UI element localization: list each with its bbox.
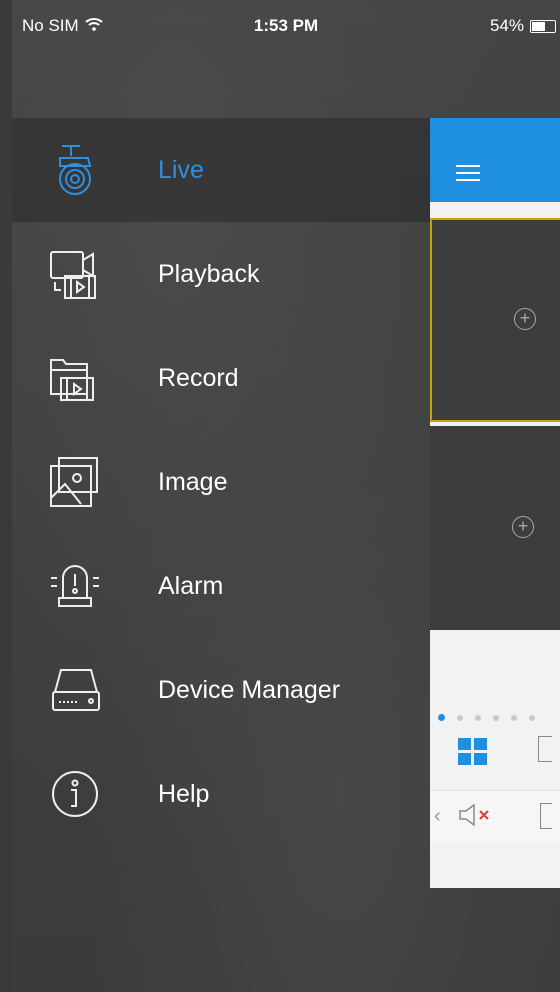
mute-icon[interactable] — [458, 803, 498, 832]
page-dot[interactable] — [457, 714, 463, 721]
battery-area: 54% — [490, 16, 556, 36]
playback-icon — [46, 245, 104, 303]
menu-label-device-manager: Device Manager — [158, 675, 341, 704]
status-bar: No SIM 1:53 PM 54% — [12, 0, 560, 44]
side-menu: Live Playback Record Image Alarm Device … — [12, 118, 432, 846]
page-dot[interactable] — [475, 714, 481, 721]
menu-item-help[interactable]: Help — [12, 742, 432, 846]
menu-label-live: Live — [158, 155, 204, 184]
split-screen-icon[interactable] — [458, 738, 488, 766]
status-time: 1:53 PM — [253, 16, 319, 35]
page-dot[interactable] — [511, 714, 517, 721]
page-dot[interactable] — [438, 714, 445, 721]
menu-label-alarm: Alarm — [158, 571, 224, 600]
page-dot[interactable] — [529, 714, 535, 721]
menu-label-image: Image — [158, 467, 228, 496]
page-indicator — [438, 714, 535, 721]
battery-icon — [530, 19, 556, 33]
snapshot-icon[interactable] — [540, 803, 552, 829]
menu-icon[interactable] — [456, 165, 480, 183]
device-manager-icon — [46, 661, 104, 719]
add-camera-icon[interactable]: + — [512, 516, 534, 538]
menu-label-record: Record — [158, 363, 239, 392]
app-frame: No SIM 1:53 PM 54% Live Playback Record … — [12, 0, 560, 992]
live-view-panel: + + ‹ — [430, 118, 560, 888]
image-icon — [46, 453, 104, 511]
chevron-left-icon[interactable]: ‹ — [434, 805, 441, 828]
video-window-2[interactable]: + — [430, 426, 560, 630]
menu-item-record[interactable]: Record — [12, 326, 432, 430]
layout-icon[interactable] — [538, 736, 552, 762]
page-dot[interactable] — [493, 714, 499, 721]
record-icon — [46, 349, 104, 407]
add-camera-icon[interactable]: + — [514, 308, 536, 330]
menu-label-help: Help — [158, 779, 210, 808]
video-window-1[interactable]: + — [430, 218, 560, 422]
panel-header — [430, 118, 560, 202]
battery-label: 54% — [489, 16, 524, 35]
menu-item-live[interactable]: Live — [12, 118, 432, 222]
help-icon — [46, 765, 104, 823]
menu-item-alarm[interactable]: Alarm — [12, 534, 432, 638]
menu-item-playback[interactable]: Playback — [12, 222, 432, 326]
camera-icon — [46, 141, 104, 199]
toolbar: ‹ — [430, 790, 560, 843]
menu-label-playback: Playback — [158, 259, 260, 288]
alarm-icon — [46, 557, 104, 615]
menu-item-device-manager[interactable]: Device Manager — [12, 638, 432, 742]
menu-item-image[interactable]: Image — [12, 430, 432, 534]
